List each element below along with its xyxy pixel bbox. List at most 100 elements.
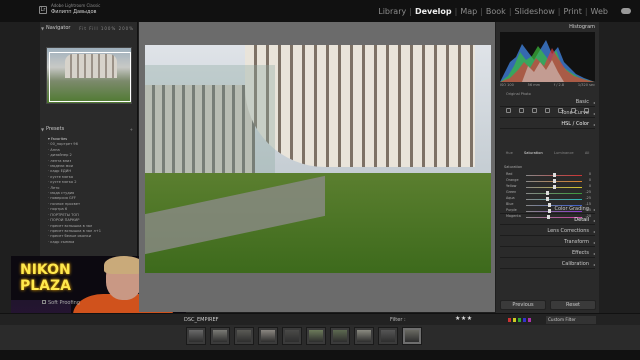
thumbnail-image xyxy=(381,330,395,342)
hsl-slider-label: Red xyxy=(506,172,513,176)
section-detail[interactable]: Detail ◂ xyxy=(500,216,595,225)
histogram-exif: ISO 100 56 mm f / 2.8 1/320 sec xyxy=(500,83,595,87)
exif-aperture: f / 2.8 xyxy=(553,83,565,87)
hsl-slider-value[interactable]: 0 xyxy=(589,184,591,188)
module-book[interactable]: Book xyxy=(484,7,508,16)
soft-proofing-checkbox[interactable] xyxy=(42,300,46,304)
filmstrip-thumbnail[interactable] xyxy=(402,327,422,345)
filmstrip-thumbnail[interactable] xyxy=(210,327,230,345)
thumbnail-image xyxy=(357,330,371,342)
section-hsl-color[interactable]: HSL / Color ◂ xyxy=(500,120,595,129)
filmstrip-thumbnail[interactable] xyxy=(258,327,278,345)
add-preset-icon[interactable]: + xyxy=(130,125,134,134)
navigator-preview[interactable] xyxy=(46,47,132,104)
preset-item[interactable]: · кадр съемка xyxy=(48,240,134,245)
color-label-swatch[interactable] xyxy=(518,318,521,322)
section-label: Detail xyxy=(574,217,589,223)
hsl-slider-knob[interactable] xyxy=(545,190,549,195)
collapse-triangle-icon: ▼ xyxy=(41,127,45,132)
collapse-triangle-icon: ◂ xyxy=(592,251,595,256)
collapse-triangle-icon: ◂ xyxy=(592,111,595,116)
presets-header[interactable]: ▼ Presets + xyxy=(40,125,138,134)
filmstrip-thumbnail[interactable] xyxy=(378,327,398,345)
collapse-triangle-icon: ◂ xyxy=(592,122,595,127)
filmstrip-thumbnail[interactable] xyxy=(186,327,206,345)
exif-shutter: 1/320 sec xyxy=(577,83,595,87)
color-label-swatch[interactable] xyxy=(508,318,511,322)
module-library[interactable]: Library xyxy=(376,7,408,16)
filmstrip-thumbnail[interactable] xyxy=(234,327,254,345)
hsl-slider-knob[interactable] xyxy=(552,172,556,177)
bottom-buttons: Previous Reset xyxy=(500,300,596,310)
thumbnail-image xyxy=(333,330,347,342)
navigator-zoom-option[interactable]: Fit xyxy=(79,26,89,31)
thumbnail-image xyxy=(405,330,419,342)
hsl-slider-label: Green xyxy=(506,190,517,194)
rating-filter-stars[interactable]: ★★★ xyxy=(455,315,473,322)
thumbnail-image xyxy=(309,330,323,342)
hsl-tab-hue[interactable]: Hue xyxy=(506,151,513,155)
color-label-swatch[interactable] xyxy=(528,318,531,322)
hsl-tab-luminance[interactable]: Luminance xyxy=(554,151,574,155)
collapse-triangle-icon: ◂ xyxy=(592,240,595,245)
main-photo[interactable] xyxy=(145,45,491,273)
hsl-tab-all[interactable]: All xyxy=(585,151,589,155)
color-label-swatch[interactable] xyxy=(523,318,526,322)
filmstrip-thumbnail[interactable] xyxy=(354,327,374,345)
section-basic[interactable]: Basic ◂ xyxy=(500,98,595,107)
collapse-triangle-icon: ◂ xyxy=(592,262,595,267)
section-lens-corrections[interactable]: Lens Corrections ◂ xyxy=(500,227,595,236)
hsl-slider-value[interactable]: -25 xyxy=(585,196,591,200)
navigator-zoom-option[interactable]: 200% xyxy=(119,26,134,31)
thumbnail-image xyxy=(261,330,275,342)
cloud-icon[interactable] xyxy=(621,8,631,14)
filmstrip-thumbnail[interactable] xyxy=(306,327,326,345)
color-label-filter[interactable] xyxy=(508,318,531,322)
hsl-slider-track[interactable] xyxy=(526,192,582,194)
hsl-slider-value[interactable]: 0 xyxy=(589,178,591,182)
module-print[interactable]: Print xyxy=(561,7,583,16)
right-panel: Histogram ISO 100 56 mm f / 2.8 1/320 se… xyxy=(496,22,599,318)
navigator-zoom-options[interactable]: Fit Fill 100% 200% xyxy=(79,24,134,33)
hsl-slider-knob[interactable] xyxy=(552,184,556,189)
filmstrip xyxy=(0,325,640,350)
hsl-slider-knob[interactable] xyxy=(545,196,549,201)
filmstrip-thumbnail[interactable] xyxy=(282,327,302,345)
module-develop[interactable]: Develop xyxy=(413,7,454,16)
section-color-grading[interactable]: Color Grading ◂ xyxy=(500,205,595,214)
filmstrip-thumbnail[interactable] xyxy=(330,327,350,345)
navigator-view-rect[interactable] xyxy=(49,52,131,102)
color-label-swatch[interactable] xyxy=(513,318,516,322)
hsl-slider-knob[interactable] xyxy=(552,178,556,183)
reset-button[interactable]: Reset xyxy=(550,300,596,310)
hsl-slider-track[interactable] xyxy=(526,198,582,200)
section-effects[interactable]: Effects ◂ xyxy=(500,249,595,258)
section-transform[interactable]: Transform ◂ xyxy=(500,238,595,247)
hsl-tab-saturation[interactable]: Saturation xyxy=(524,151,543,155)
module-slideshow[interactable]: Slideshow xyxy=(513,7,557,16)
hsl-slider-value[interactable]: 0 xyxy=(589,172,591,176)
section-calibration[interactable]: Calibration ◂ xyxy=(500,260,595,269)
previous-button[interactable]: Previous xyxy=(500,300,546,310)
histogram-title[interactable]: Histogram xyxy=(569,24,595,30)
section-tone-curve[interactable]: Tone Curve ◂ xyxy=(500,109,595,118)
custom-filter-dropdown[interactable]: Custom Filter xyxy=(546,316,596,324)
filmstrip-source[interactable]: DSC_EMPIREF xyxy=(184,317,219,323)
thumbnail-image xyxy=(285,330,299,342)
image-canvas[interactable] xyxy=(139,22,495,312)
app-name: Adobe Lightroom Classic xyxy=(51,3,101,8)
filmstrip-thumbnails xyxy=(186,327,422,345)
histogram[interactable] xyxy=(500,32,595,82)
navigator-header[interactable]: ▼ Navigator Fit Fill 100% 200% xyxy=(40,24,138,33)
navigator-zoom-option[interactable]: Fill xyxy=(89,26,101,31)
collapse-triangle-icon: ◂ xyxy=(592,229,595,234)
collapse-triangle-icon: ◂ xyxy=(592,218,595,223)
original-photo-label[interactable]: Original Photo xyxy=(506,92,531,96)
navigator-zoom-option[interactable]: 100% xyxy=(101,26,119,31)
module-web[interactable]: Web xyxy=(589,7,610,16)
module-map[interactable]: Map xyxy=(458,7,479,16)
lightroom-window: Lr Adobe Lightroom Classic Филипп Давыдо… xyxy=(0,0,640,360)
section-label: Transform xyxy=(564,239,589,245)
histogram-graph xyxy=(500,40,595,82)
hsl-slider-value[interactable]: -25 xyxy=(585,190,591,194)
